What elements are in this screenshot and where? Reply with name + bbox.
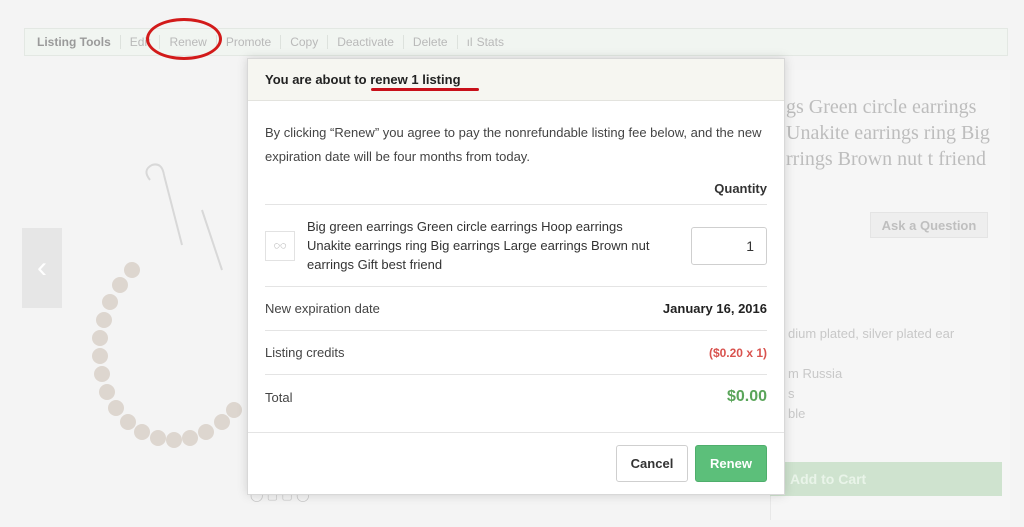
total-label: Total	[265, 389, 293, 405]
detail-line: s	[788, 386, 795, 401]
toolbar-copy[interactable]: Copy	[281, 35, 329, 49]
listing-item-row: ◌◌ Big green earrings Green circle earri…	[265, 205, 767, 287]
credits-value: ($0.20 x 1)	[708, 345, 767, 360]
toolbar-promote[interactable]: Promote	[217, 35, 282, 49]
toolbar-delete[interactable]: Delete	[404, 35, 458, 49]
listing-item-title: Big green earrings Green circle earrings…	[307, 219, 650, 272]
detail-line: ble	[788, 406, 806, 421]
quantity-column-header: Quantity	[265, 171, 767, 205]
dialog-footer: Cancel Renew	[248, 432, 784, 494]
dialog-body: By clicking “Renew” you agree to pay the…	[248, 101, 784, 419]
renew-listing-dialog: You are about to renew 1 listing By clic…	[247, 58, 785, 495]
detail-line: dium plated, silver plated ear	[788, 326, 955, 341]
detail-line	[788, 344, 1008, 364]
renew-terms-text: By clicking “Renew” you agree to pay the…	[265, 125, 762, 164]
credits-label: Listing credits	[265, 345, 345, 360]
expiration-value: January 16, 2016	[662, 301, 767, 316]
ask-question-button[interactable]: Ask a Question	[870, 212, 988, 238]
listing-tools-label: Listing Tools	[25, 35, 121, 49]
credits-row: Listing credits ($0.20 x 1)	[265, 331, 767, 375]
add-to-cart-button[interactable]: Add to Cart	[770, 462, 1002, 496]
previous-image-arrow[interactable]: ‹	[22, 228, 62, 308]
cancel-button[interactable]: Cancel	[616, 445, 688, 482]
total-value: $0.00	[726, 388, 767, 405]
dialog-header: You are about to renew 1 listing	[248, 59, 784, 101]
listing-title: gs Green circle earrings Unakite earring…	[786, 96, 990, 170]
quantity-input[interactable]	[691, 226, 767, 265]
renew-button[interactable]: Renew	[695, 445, 767, 482]
toolbar-deactivate[interactable]: Deactivate	[328, 35, 404, 49]
earrings-thumbnail: ◌◌	[265, 230, 295, 261]
dialog-title: You are about to renew 1 listing	[265, 72, 461, 87]
total-row: Total $0.00	[265, 375, 767, 419]
expiration-row: New expiration date January 16, 2016	[265, 287, 767, 331]
expiration-label: New expiration date	[265, 301, 380, 316]
stats-icon: ıl	[466, 35, 473, 49]
listing-page: Listing Tools Edit Renew Promote Copy De…	[0, 0, 1024, 527]
detail-line: m Russia	[788, 366, 843, 381]
annotation-underline	[371, 88, 479, 91]
listing-details: dium plated, silver plated ear m Russia …	[788, 324, 1008, 424]
annotation-circle	[146, 18, 222, 60]
toolbar-stats[interactable]: ıl Stats	[458, 35, 513, 49]
